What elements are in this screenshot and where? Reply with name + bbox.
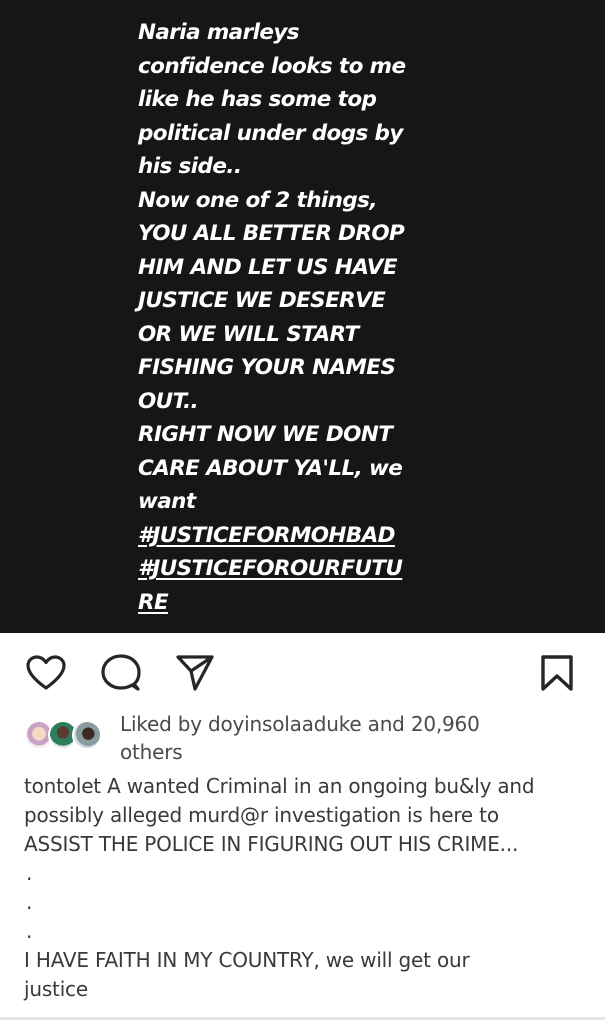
share-button[interactable] bbox=[173, 651, 217, 695]
story-line: YOU ALL BETTER DROP bbox=[138, 221, 405, 246]
story-text: Naria marleys confidence looks to me lik… bbox=[138, 16, 438, 619]
comment-button[interactable] bbox=[99, 651, 143, 695]
caption-line: I HAVE FAITH IN MY COUNTRY, we will get … bbox=[24, 948, 470, 972]
hashtag-justiceformohbad[interactable]: #JUSTICEFORMOHBAD bbox=[138, 519, 438, 553]
send-icon bbox=[176, 655, 214, 691]
hashtag-justiceforourfuture[interactable]: #JUSTICEFOROURFUTU bbox=[138, 552, 438, 586]
story-line: OR WE WILL START bbox=[138, 321, 359, 347]
story-line: Now one of 2 things, bbox=[138, 187, 378, 213]
likes-count-text[interactable]: Liked by doyinsolaaduke and 20,960 other… bbox=[120, 710, 540, 766]
story-line: his side.. bbox=[138, 154, 242, 179]
story-line: JUSTICE WE DESERVE bbox=[138, 288, 386, 313]
caption-line: justice bbox=[24, 977, 88, 1001]
save-button[interactable] bbox=[535, 651, 579, 695]
story-line: FISHING YOUR NAMES bbox=[138, 355, 396, 380]
like-button[interactable] bbox=[24, 651, 68, 695]
heart-icon bbox=[26, 655, 66, 690]
caption-line: tontolet A wanted Criminal in an ongoing… bbox=[24, 774, 535, 798]
story-line: HIM AND LET US HAVE bbox=[138, 254, 398, 280]
likes-section: Liked by doyinsolaaduke and 20,960 other… bbox=[24, 708, 584, 768]
caption-dot: . bbox=[26, 919, 33, 943]
story-line: OUT.. bbox=[138, 388, 199, 414]
post-action-bar bbox=[0, 633, 605, 703]
post-caption: tontolet A wanted Criminal in an ongoing… bbox=[24, 772, 594, 1004]
story-image: Naria marleys confidence looks to me lik… bbox=[0, 0, 605, 633]
story-line: Naria marleys bbox=[138, 20, 300, 45]
hashtag-justiceforourfuture-continued[interactable]: RE bbox=[138, 586, 438, 620]
caption-dot: . bbox=[26, 861, 33, 885]
story-line: RIGHT NOW WE DONT bbox=[138, 422, 393, 447]
avatar bbox=[72, 720, 102, 750]
story-line: confidence looks to me bbox=[138, 53, 406, 79]
story-line: want bbox=[138, 489, 196, 514]
story-line: CARE ABOUT YA'LL, we bbox=[138, 455, 403, 481]
comment-icon bbox=[101, 654, 141, 691]
story-line: political under dogs by bbox=[138, 120, 403, 146]
story-line: like he has some top bbox=[138, 87, 377, 112]
liker-avatars[interactable] bbox=[24, 720, 114, 752]
bookmark-icon bbox=[541, 655, 573, 691]
caption-line: possibly alleged murd@r investigation is… bbox=[24, 803, 499, 827]
caption-dot: . bbox=[26, 890, 33, 914]
caption-line: ASSIST THE POLICE IN FIGURING OUT HIS CR… bbox=[24, 832, 519, 856]
